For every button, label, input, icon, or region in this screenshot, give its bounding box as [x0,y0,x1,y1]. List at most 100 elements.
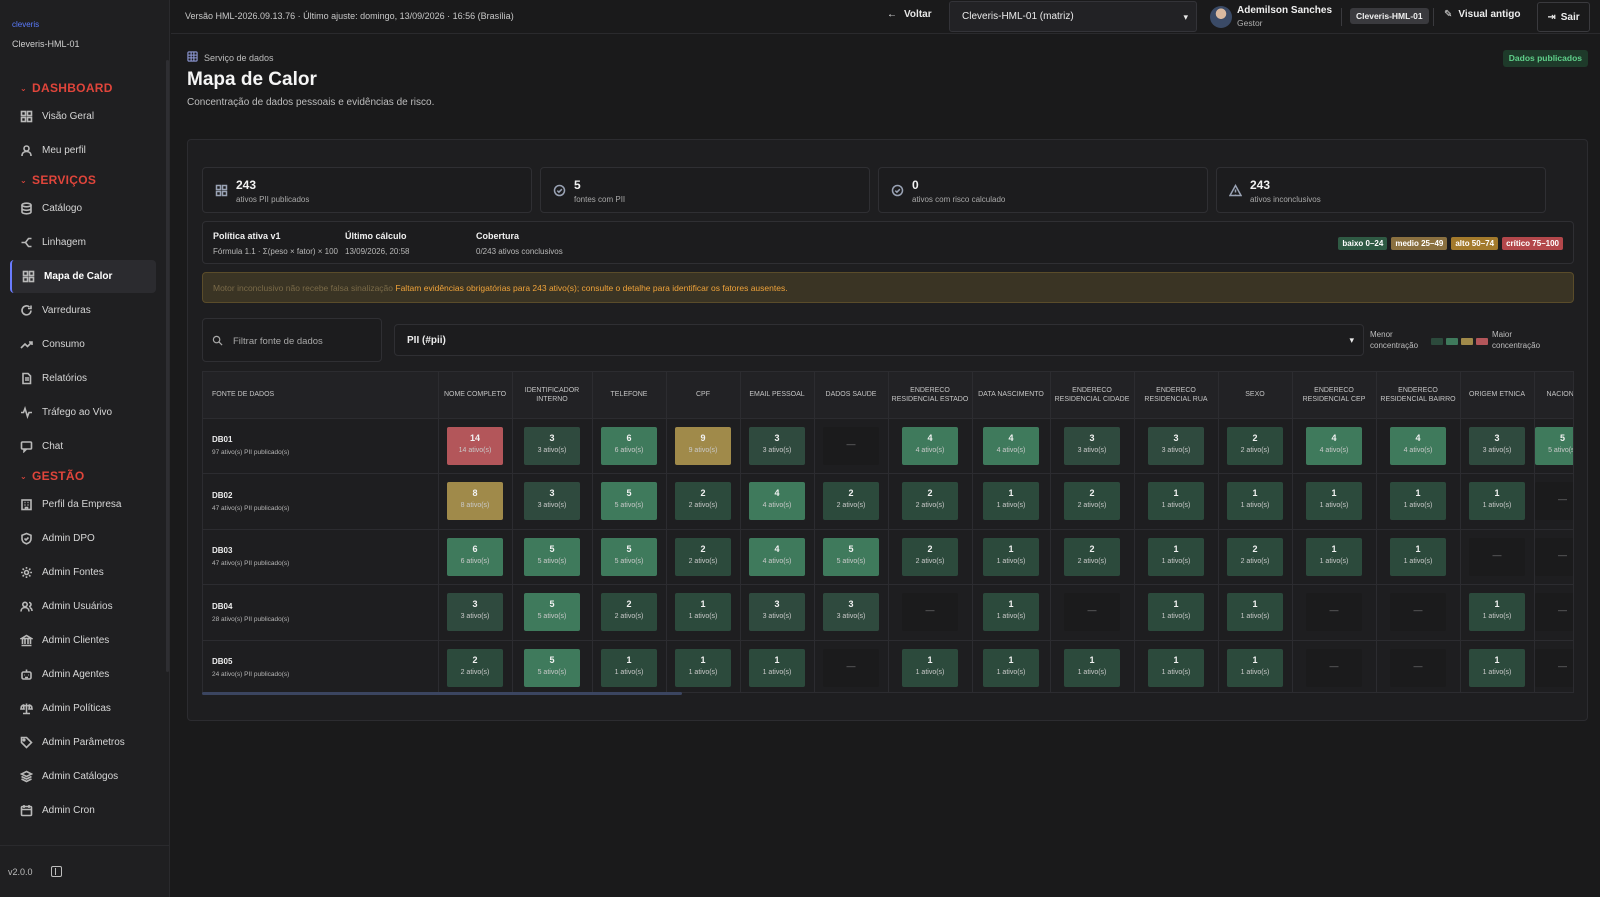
sidebar-item-mapa-de-calor[interactable]: Mapa de Calor [10,260,156,293]
heat-value-box[interactable]: 1 1 ativo(s) [1390,537,1446,576]
source-cell[interactable]: DB04 28 ativo(s) PII publicado(s) [203,584,439,641]
sidebar-item-linhagem[interactable]: Linhagem [10,226,156,259]
filter-input[interactable] [233,331,373,351]
sidebar-item-admin-cat-logos[interactable]: Admin Catálogos [10,760,156,793]
old-visual-button[interactable]: ✎ Visual antigo [1444,9,1520,20]
sidebar-item-relat-rios[interactable]: Relatórios [10,362,156,395]
heat-value-box[interactable]: 3 3 ativo(s) [1148,426,1204,465]
column-header[interactable]: NOME COMPLETO [438,372,513,419]
heat-value-box[interactable]: 14 14 ativo(s) [447,426,503,465]
logout-button[interactable]: ⇥ Sair [1537,2,1590,32]
heat-value-box[interactable]: 1 1 ativo(s) [983,593,1039,632]
sidebar-item-meu-perfil[interactable]: Meu perfil [10,134,156,167]
heat-value-box[interactable]: 3 3 ativo(s) [524,426,580,465]
heat-value-box[interactable]: 1 1 ativo(s) [601,648,657,687]
column-header[interactable]: CPF [666,372,741,419]
source-cell[interactable]: DB03 47 ativo(s) PII publicado(s) [203,529,439,585]
heat-value-box[interactable]: 3 3 ativo(s) [749,593,805,632]
sidebar-item-admin-clientes[interactable]: Admin Clientes [10,624,156,657]
heat-value-box[interactable]: 2 2 ativo(s) [823,482,879,521]
sidebar-item-admin-usu-rios[interactable]: Admin Usuários [10,590,156,623]
column-header[interactable]: IDENTIFICADOR INTERNO [512,372,593,419]
heat-value-box[interactable]: 4 4 ativo(s) [1390,426,1446,465]
column-header[interactable]: NACIONA [1534,372,1573,419]
heat-value-box[interactable]: 5 5 ativo(s) [524,648,580,687]
source-cell[interactable]: DB05 24 ativo(s) PII publicado(s) [203,640,439,692]
heat-value-box[interactable]: 5 5 ativo(s) [601,482,657,521]
heat-value-box[interactable]: 5 5 ativo(s) [524,593,580,632]
sidebar-item-cat-logo[interactable]: Catálogo [10,192,156,225]
sidebar-scrollbar[interactable] [166,60,169,672]
heat-value-box[interactable]: 6 6 ativo(s) [447,537,503,576]
column-header[interactable]: ENDERECO RESIDENCIAL RUA [1134,372,1219,419]
heat-value-box[interactable]: 2 2 ativo(s) [1064,482,1120,521]
sidebar-item-perfil-da-empresa[interactable]: Perfil da Empresa [10,488,156,521]
heat-value-box[interactable]: 9 9 ativo(s) [675,426,731,465]
heat-value-box[interactable]: 5 5 ativo(s) [823,537,879,576]
avatar[interactable] [1210,6,1232,28]
heat-value-box[interactable]: 2 2 ativo(s) [1227,537,1283,576]
sidebar-item-consumo[interactable]: Consumo [10,328,156,361]
heat-value-box[interactable]: 3 3 ativo(s) [823,593,879,632]
heat-value-box[interactable]: 1 1 ativo(s) [1148,648,1204,687]
column-header[interactable]: DATA NASCIMENTO [972,372,1051,419]
heat-value-box[interactable]: 1 1 ativo(s) [675,593,731,632]
heat-value-box[interactable]: 2 2 ativo(s) [1064,537,1120,576]
heat-value-box[interactable]: 2 2 ativo(s) [902,482,958,521]
sidebar-item-varreduras[interactable]: Varreduras [10,294,156,327]
sidebar-item-admin-fontes[interactable]: Admin Fontes [10,556,156,589]
sidebar-item-admin-cron[interactable]: Admin Cron [10,794,156,827]
logo[interactable]: cleveris [12,20,39,29]
heat-value-box[interactable]: 5 5 ativo(s) [1534,426,1573,465]
heat-value-box[interactable]: 4 4 ativo(s) [749,537,805,576]
heat-value-box[interactable]: 1 1 ativo(s) [1064,648,1120,687]
heat-value-box[interactable]: 2 2 ativo(s) [601,593,657,632]
heatmap-table-wrap[interactable]: FONTE DE DADOS NOME COMPLETO IDENTIFICADOR… [202,371,1574,693]
section-title-gestão[interactable]: ⌄ GESTÃO [0,465,170,487]
back-button[interactable]: ← Voltar [887,9,932,20]
collapse-sidebar-icon[interactable] [50,866,62,877]
sidebar-item-admin-pol-ticas[interactable]: Admin Políticas [10,692,156,725]
heat-value-box[interactable]: 4 4 ativo(s) [1306,426,1362,465]
table-horizontal-scrollbar[interactable] [202,692,682,695]
heat-value-box[interactable]: 1 1 ativo(s) [675,648,731,687]
column-header[interactable]: DADOS SAUDE [814,372,889,419]
heat-value-box[interactable]: 3 3 ativo(s) [1064,426,1120,465]
heat-value-box[interactable]: 2 2 ativo(s) [447,648,503,687]
column-header[interactable]: EMAIL PESSOAL [740,372,815,419]
heat-value-box[interactable]: 1 1 ativo(s) [1148,537,1204,576]
heat-value-box[interactable]: 6 6 ativo(s) [601,426,657,465]
heat-value-box[interactable]: 2 2 ativo(s) [1227,426,1283,465]
breadcrumb-label[interactable]: Serviço de dados [204,53,274,63]
heat-value-box[interactable]: 2 2 ativo(s) [675,537,731,576]
heat-value-box[interactable]: 1 1 ativo(s) [1227,593,1283,632]
sidebar-item-chat[interactable]: Chat [10,430,156,463]
heat-value-box[interactable]: 1 1 ativo(s) [1306,537,1362,576]
column-header[interactable]: ENDERECO RESIDENCIAL CEP [1292,372,1377,419]
sidebar-item-admin-agentes[interactable]: Admin Agentes [10,658,156,691]
heat-value-box[interactable]: 1 1 ativo(s) [983,648,1039,687]
column-header[interactable]: ENDERECO RESIDENCIAL ESTADO [888,372,973,419]
sidebar-item-admin-dpo[interactable]: Admin DPO [10,522,156,555]
source-cell[interactable]: DB01 97 ativo(s) PII publicado(s) [203,418,439,474]
heat-value-box[interactable]: 3 3 ativo(s) [447,593,503,632]
column-header[interactable]: TELEFONE [592,372,667,419]
column-header[interactable]: SEXO [1218,372,1293,419]
heat-value-box[interactable]: 1 1 ativo(s) [1469,482,1525,521]
heat-value-box[interactable]: 8 8 ativo(s) [447,482,503,521]
column-header[interactable]: ENDERECO RESIDENCIAL BAIRRO [1376,372,1461,419]
heat-value-box[interactable]: 4 4 ativo(s) [983,426,1039,465]
heat-value-box[interactable]: 4 4 ativo(s) [749,482,805,521]
heat-value-box[interactable]: 3 3 ativo(s) [1469,426,1525,465]
heat-value-box[interactable]: 1 1 ativo(s) [1469,593,1525,632]
tenant-select[interactable]: Cleveris-HML-01 (matriz) ▾ [949,1,1197,32]
source-cell[interactable]: DB02 47 ativo(s) PII publicado(s) [203,473,439,530]
sidebar-item-vis-o-geral[interactable]: Visão Geral [10,100,156,133]
heat-value-box[interactable]: 3 3 ativo(s) [749,426,805,465]
heat-value-box[interactable]: 1 1 ativo(s) [1148,593,1204,632]
heat-value-box[interactable]: 1 1 ativo(s) [1306,482,1362,521]
pii-select[interactable]: PII (#pii) ▾ [394,324,1364,356]
heat-value-box[interactable]: 1 1 ativo(s) [1390,482,1446,521]
heat-value-box[interactable]: 2 2 ativo(s) [902,537,958,576]
section-title-dashboard[interactable]: ⌄ DASHBOARD [0,77,170,99]
